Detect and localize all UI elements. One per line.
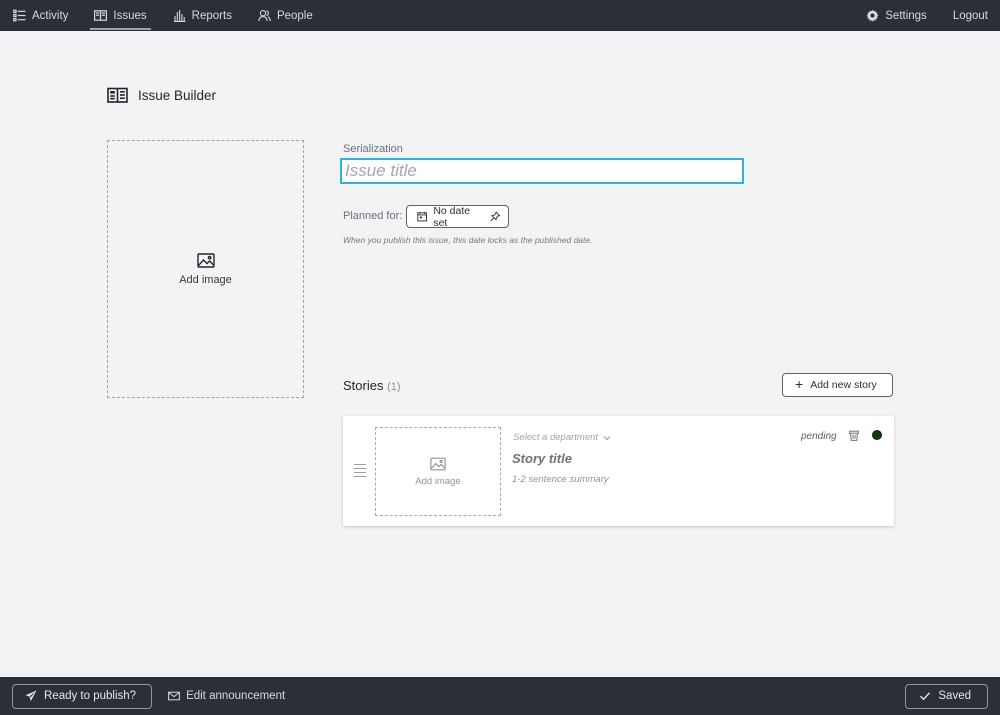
bottom-bar: Ready to publish? Edit announcement Save… (0, 677, 1000, 715)
top-nav: Activity Issues Reports People Settings … (0, 0, 1000, 31)
story-status: pending (801, 431, 837, 442)
story-summary-input[interactable]: 1-2 sentence summary (512, 474, 609, 485)
bar-chart-icon (173, 10, 186, 22)
image-icon (430, 457, 446, 470)
settings-link[interactable]: Settings (853, 0, 940, 31)
stories-heading: Stories (1) (343, 378, 401, 393)
page-heading: Issue Builder (107, 87, 216, 104)
nav-item-issues[interactable]: Issues (81, 0, 159, 31)
department-placeholder: Select a department (513, 432, 599, 443)
calendar-icon (417, 211, 428, 222)
issues-icon (94, 10, 108, 21)
planned-for-label: Planned for: (343, 210, 403, 222)
department-select[interactable]: Select a department (513, 432, 611, 443)
add-image-label: Add image (179, 273, 232, 286)
nav-item-label: People (276, 9, 313, 22)
publish-label: Ready to publish? (44, 690, 137, 702)
publish-date-hint: When you publish this issue, this date l… (343, 235, 593, 245)
paper-plane-icon (25, 690, 37, 702)
announcement-label: Edit announcement (186, 690, 286, 702)
pin-icon (489, 211, 500, 222)
plus-icon: + (795, 376, 804, 392)
story-image-dropzone[interactable]: Add image (375, 427, 501, 516)
story-card: Add image Select a department Story titl… (343, 416, 894, 526)
saved-label: Saved (938, 690, 971, 702)
nav-item-reports[interactable]: Reports (160, 0, 245, 31)
people-icon (258, 10, 271, 22)
trash-icon[interactable] (849, 430, 859, 441)
saved-button[interactable]: Saved (905, 683, 988, 709)
logout-link[interactable]: Logout (940, 0, 1000, 31)
date-picker-button[interactable]: No date set (406, 204, 509, 229)
stories-title: Stories (343, 378, 384, 393)
nav-item-label: Activity (32, 9, 69, 22)
add-new-story-button[interactable]: + Add new story (782, 373, 893, 397)
image-icon (196, 252, 215, 268)
list-icon (13, 9, 26, 22)
issue-book-icon (107, 87, 128, 103)
envelope-icon (168, 691, 180, 701)
cover-image-dropzone[interactable]: Add image (107, 140, 304, 398)
checkmark-icon (920, 692, 931, 701)
nav-item-activity[interactable]: Activity (0, 0, 81, 31)
chevron-down-icon (603, 435, 611, 440)
add-new-story-label: Add new story (810, 379, 877, 391)
serialization-label: Serialization (343, 143, 403, 155)
page-title: Issue Builder (138, 88, 217, 103)
story-add-image-label: Add image (415, 475, 461, 487)
nav-item-people[interactable]: People (245, 0, 326, 31)
nav-item-label: Reports (191, 9, 232, 22)
story-title-input[interactable]: Story title (512, 451, 572, 466)
settings-label: Settings (885, 9, 927, 22)
logout-label: Logout (952, 9, 988, 22)
gear-icon (866, 9, 879, 22)
date-button-label: No date set (433, 204, 471, 229)
drag-handle-icon[interactable] (354, 464, 366, 480)
edit-announcement-link[interactable]: Edit announcement (168, 690, 285, 702)
stories-count: (1) (387, 381, 401, 393)
nav-item-label: Issues (113, 9, 147, 22)
ready-to-publish-button[interactable]: Ready to publish? (12, 683, 153, 709)
issue-title-input[interactable] (340, 158, 744, 184)
status-indicator (872, 430, 882, 440)
